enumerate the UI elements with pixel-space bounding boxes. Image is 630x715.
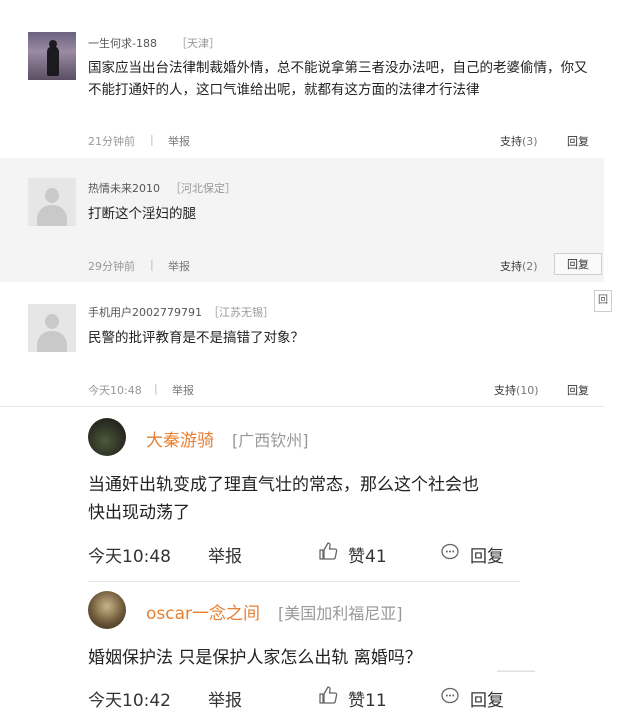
meta-separator: |: [154, 382, 158, 395]
comment-time: 今天10:48: [88, 384, 142, 397]
site-watermark: ⸺: [496, 656, 537, 684]
user-avatar[interactable]: [88, 418, 126, 456]
thumbs-up-icon[interactable]: [318, 686, 338, 708]
thumbs-up-icon[interactable]: [318, 542, 338, 564]
comment-text-line: 国家应当出台法律制裁婚外情，总不能说拿第三者没办法吧，自己的老婆偷情，你又: [88, 60, 588, 76]
meta-separator: |: [150, 133, 154, 146]
comment-username[interactable]: 一生何求-188: [88, 35, 157, 51]
comment-text-line: 快出现动荡了: [88, 503, 190, 523]
speech-bubble-icon[interactable]: [440, 543, 460, 565]
reply-button[interactable]: 回复: [567, 382, 589, 398]
user-avatar[interactable]: [28, 32, 76, 80]
comment-item: 一生何求-188 ［天津］ 国家应当出台法律制裁婚外情，总不能说拿第三者没办法吧…: [0, 0, 604, 158]
support-button[interactable]: 支持(3): [500, 133, 538, 149]
report-link[interactable]: 举报: [208, 542, 242, 567]
comment-username[interactable]: 大秦游骑: [146, 426, 214, 451]
comment-time: 21分钟前: [88, 135, 135, 148]
user-avatar[interactable]: [28, 178, 76, 226]
comment-location: [美国加利福尼亚]: [278, 604, 403, 623]
user-avatar[interactable]: [88, 591, 126, 629]
comment-username[interactable]: 手机用户2002779791: [88, 304, 202, 320]
support-button[interactable]: 支持(2): [500, 258, 538, 274]
comment-item: 热情未来2010 ［河北保定］ 打断这个淫妇的腿 29分钟前 | 举报 支持(2…: [0, 158, 604, 282]
comment-text-line: 婚姻保护法 只是保护人家怎么出轨 离婚吗？: [88, 648, 422, 668]
reply-button[interactable]: 回复: [470, 542, 504, 567]
support-label: 支持: [494, 384, 516, 397]
speech-bubble-icon[interactable]: [440, 687, 460, 709]
comment-text-line: 民警的批评教育是不是搞错了对象？: [88, 330, 304, 346]
comment-text-line: 当通奸出轨变成了理直气壮的常态，那么这个社会也: [88, 475, 479, 495]
support-label: 支持: [500, 135, 522, 148]
reply-button[interactable]: 回复: [554, 253, 602, 275]
comment-username[interactable]: oscar一念之间: [146, 599, 260, 624]
like-button[interactable]: 赞11: [348, 686, 387, 711]
meta-separator: |: [150, 258, 154, 271]
like-button[interactable]: 赞41: [348, 542, 387, 567]
support-label: 支持: [500, 260, 522, 273]
support-count: (2): [522, 260, 538, 273]
reply-button[interactable]: 回复: [567, 133, 589, 149]
comment-text-line: 打断这个淫妇的腿: [88, 206, 196, 222]
comment-location: [广西钦州]: [232, 431, 309, 450]
comment-location: ［河北保定］: [170, 182, 236, 195]
user-avatar[interactable]: [28, 304, 76, 352]
support-button[interactable]: 支持(10): [494, 382, 539, 398]
comment-time: 29分钟前: [88, 260, 135, 273]
comment-time: 今天10:48: [88, 547, 171, 567]
comment-username[interactable]: 热情未来2010: [88, 180, 160, 196]
comment-text-line: 不能打通奸的人，这口气谁给出呢，就都有这方面的法律才行法律: [88, 82, 480, 98]
report-link[interactable]: 举报: [172, 382, 194, 398]
report-link[interactable]: 举报: [168, 258, 190, 274]
support-count: (3): [522, 135, 538, 148]
comment-location: ［天津］: [176, 37, 220, 50]
comment-item: 手机用户2002779791 ［江苏无锡］ 民警的批评教育是不是搞错了对象？ 今…: [0, 282, 604, 406]
report-link[interactable]: 举报: [208, 686, 242, 711]
support-count: (10): [516, 384, 539, 397]
comment-location: ［江苏无锡］: [208, 306, 274, 319]
reply-button[interactable]: 回复: [470, 686, 504, 711]
report-link[interactable]: 举报: [168, 133, 190, 149]
section-divider: [0, 406, 604, 407]
comment-time: 今天10:42: [88, 691, 171, 711]
section-divider: [88, 581, 520, 582]
